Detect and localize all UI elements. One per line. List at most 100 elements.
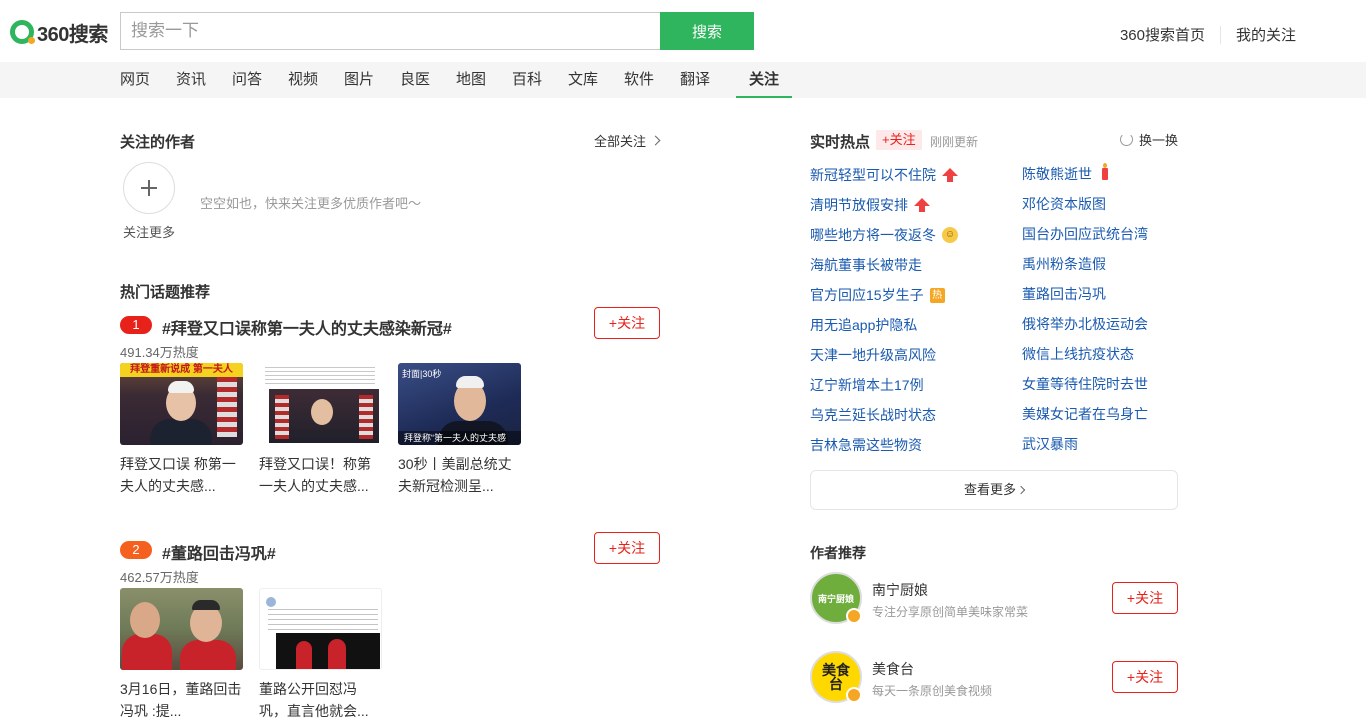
hot-item-label: 董路回击冯巩 bbox=[1022, 286, 1106, 302]
hot-item-label: 天津一地升级高风险 bbox=[810, 347, 936, 363]
follow-more-label[interactable]: 关注更多 bbox=[123, 222, 175, 241]
see-more-button[interactable]: 查看更多 bbox=[810, 470, 1178, 510]
hot-item[interactable]: 海航董事长被带走 bbox=[810, 250, 958, 280]
all-follow-link[interactable]: 全部关注 bbox=[594, 131, 661, 150]
hot-item[interactable]: 乌克兰延长战时状态 bbox=[810, 400, 958, 430]
tab-video[interactable]: 视频 bbox=[288, 62, 344, 98]
chevron-right-icon bbox=[650, 135, 661, 146]
search-input[interactable] bbox=[120, 12, 661, 50]
hot-item-label: 新冠轻型可以不住院 bbox=[810, 167, 936, 183]
topic-follow-button[interactable]: +关注 bbox=[594, 307, 660, 339]
tab-software[interactable]: 软件 bbox=[624, 62, 680, 98]
rank-badge: 2 bbox=[120, 541, 152, 559]
topic-follow-button[interactable]: +关注 bbox=[594, 532, 660, 564]
hot-item-label: 美媒女记者在乌身亡 bbox=[1022, 406, 1148, 422]
tab-library[interactable]: 文库 bbox=[568, 62, 624, 98]
avatar-text: 美食台 bbox=[822, 662, 850, 692]
refresh-icon bbox=[1119, 133, 1133, 146]
trending-up-icon bbox=[942, 168, 958, 182]
home-link[interactable]: 360搜索首页 bbox=[1120, 24, 1205, 45]
hot-item[interactable]: 俄将举办北极运动会 bbox=[1022, 309, 1148, 339]
plus-icon bbox=[141, 180, 157, 196]
hot-item[interactable]: 用无追app护隐私 bbox=[810, 310, 958, 340]
hot-item[interactable]: 天津一地升级高风险 bbox=[810, 340, 958, 370]
author-name[interactable]: 美食台 bbox=[872, 659, 914, 679]
video-thumbnail[interactable] bbox=[120, 588, 243, 670]
hot-item-label: 清明节放假安排 bbox=[810, 197, 908, 213]
hot-item[interactable]: 邓伦资本版图 bbox=[1022, 189, 1148, 219]
topic-title[interactable]: #拜登又口误称第一夫人的丈夫感染新冠# bbox=[162, 315, 452, 339]
topic-title[interactable]: #董路回击冯巩# bbox=[162, 540, 276, 564]
realtime-hot-follow-button[interactable]: +关注 bbox=[876, 130, 922, 150]
video-thumbnail[interactable]: 拜登重新说成 第一夫人 bbox=[120, 363, 243, 445]
video-caption[interactable]: 3月16日，董路回击冯巩 :提... bbox=[120, 678, 243, 722]
topic-thumbs: 拜登重新说成 第一夫人 拜登又口误 称第一夫人的丈夫感... 拜登又口误！称第一… bbox=[120, 363, 537, 497]
hot-item[interactable]: 辽宁新增本土17例 bbox=[810, 370, 958, 400]
emoji-icon: ☺ bbox=[942, 227, 958, 243]
author-desc: 专注分享原创简单美味家常菜 bbox=[872, 605, 1029, 619]
video-card[interactable]: 董路公开回怼冯巩，直言他就会... bbox=[259, 588, 382, 722]
verified-icon bbox=[846, 687, 862, 703]
tab-image[interactable]: 图片 bbox=[344, 62, 400, 98]
video-thumbnail[interactable] bbox=[259, 588, 382, 670]
topic-thumbs: 3月16日，董路回击冯巩 :提... 董路公开回怼冯巩，直言他就会... bbox=[120, 588, 398, 722]
video-caption[interactable]: 30秒丨美副总统丈夫新冠检测呈... bbox=[398, 453, 521, 497]
video-caption[interactable]: 拜登又口误 称第一夫人的丈夫感... bbox=[120, 453, 243, 497]
tab-news[interactable]: 资讯 bbox=[176, 62, 232, 98]
tab-follow[interactable]: 关注 bbox=[736, 62, 792, 98]
video-caption[interactable]: 董路公开回怼冯巩，直言他就会... bbox=[259, 678, 382, 722]
video-card[interactable]: 封面|30秒 拜登称“第一夫人的丈夫感 30秒丨美副总统丈夫新冠检测呈... bbox=[398, 363, 521, 497]
realtime-hot-title: 实时热点 bbox=[810, 134, 871, 151]
tab-qa[interactable]: 问答 bbox=[232, 62, 288, 98]
hot-item[interactable]: 新冠轻型可以不住院 bbox=[810, 160, 958, 190]
hot-item[interactable]: 女童等待住院时去世 bbox=[1022, 369, 1148, 399]
hot-item-label: 国台办回应武统台湾 bbox=[1022, 226, 1148, 242]
hot-item-label: 用无追app护隐私 bbox=[810, 317, 918, 333]
thumbnail-overlay-text: 拜登称“第一夫人的丈夫感 bbox=[398, 431, 521, 445]
hot-badge-icon: 热 bbox=[929, 287, 945, 303]
tab-doctor[interactable]: 良医 bbox=[400, 62, 456, 98]
follow-more-button[interactable] bbox=[123, 162, 175, 214]
top-links: 360搜索首页 我的关注 bbox=[1120, 24, 1296, 45]
hot-item[interactable]: 吉林急需这些物资 bbox=[810, 430, 958, 460]
hot-item[interactable]: 清明节放假安排 bbox=[810, 190, 958, 220]
tab-translate[interactable]: 翻译 bbox=[680, 62, 736, 98]
video-card[interactable]: 拜登又口误！称第一夫人的丈夫感... bbox=[259, 363, 382, 497]
author-name[interactable]: 南宁厨娘 bbox=[872, 580, 928, 600]
search-button[interactable]: 搜索 bbox=[660, 12, 754, 50]
hot-list-left: 新冠轻型可以不住院 清明节放假安排 哪些地方将一夜返冬 ☺ 海航董事长被带走 官方… bbox=[810, 160, 958, 460]
author-follow-button[interactable]: +关注 bbox=[1112, 582, 1178, 614]
my-follow-link[interactable]: 我的关注 bbox=[1236, 24, 1296, 45]
updated-label: 刚刚更新 bbox=[930, 135, 979, 149]
hot-item[interactable]: 哪些地方将一夜返冬 ☺ bbox=[810, 220, 958, 250]
video-card[interactable]: 拜登重新说成 第一夫人 拜登又口误 称第一夫人的丈夫感... bbox=[120, 363, 243, 497]
video-thumbnail[interactable]: 封面|30秒 拜登称“第一夫人的丈夫感 bbox=[398, 363, 521, 445]
video-card[interactable]: 3月16日，董路回击冯巩 :提... bbox=[120, 588, 243, 722]
hot-item[interactable]: 微信上线抗疫状态 bbox=[1022, 339, 1148, 369]
hot-item[interactable]: 官方回应15岁生子热 bbox=[810, 280, 958, 310]
logo-icon bbox=[10, 20, 35, 44]
hot-item[interactable]: 董路回击冯巩 bbox=[1022, 279, 1148, 309]
followed-authors-title: 关注的作者 bbox=[120, 134, 196, 151]
hot-item-label: 女童等待住院时去世 bbox=[1022, 376, 1148, 392]
logo[interactable]: 360搜索 bbox=[10, 19, 108, 46]
tab-map[interactable]: 地图 bbox=[456, 62, 512, 98]
text-lines-graphic bbox=[265, 367, 375, 387]
video-thumbnail[interactable] bbox=[259, 363, 382, 445]
hot-item[interactable]: 陈敬熊逝世 bbox=[1022, 159, 1148, 189]
refresh-button[interactable]: 换一换 bbox=[1119, 130, 1178, 149]
hot-item[interactable]: 国台办回应武统台湾 bbox=[1022, 219, 1148, 249]
thumbnail-tag: 封面|30秒 bbox=[402, 369, 442, 379]
tab-baike[interactable]: 百科 bbox=[512, 62, 568, 98]
avatar-graphic bbox=[266, 597, 276, 607]
hot-item[interactable]: 美媒女记者在乌身亡 bbox=[1022, 399, 1148, 429]
hot-item[interactable]: 武汉暴雨 bbox=[1022, 429, 1148, 459]
tab-web[interactable]: 网页 bbox=[120, 62, 176, 98]
all-follow-label: 全部关注 bbox=[594, 134, 647, 149]
trending-up-icon bbox=[914, 198, 930, 212]
author-card: 南宁厨娘 南宁厨娘 专注分享原创简单美味家常菜 +关注 bbox=[810, 572, 1178, 626]
video-caption[interactable]: 拜登又口误！称第一夫人的丈夫感... bbox=[259, 453, 382, 497]
hot-item[interactable]: 禹州粉条造假 bbox=[1022, 249, 1148, 279]
author-follow-button[interactable]: +关注 bbox=[1112, 661, 1178, 693]
hot-item-label: 微信上线抗疫状态 bbox=[1022, 346, 1134, 362]
